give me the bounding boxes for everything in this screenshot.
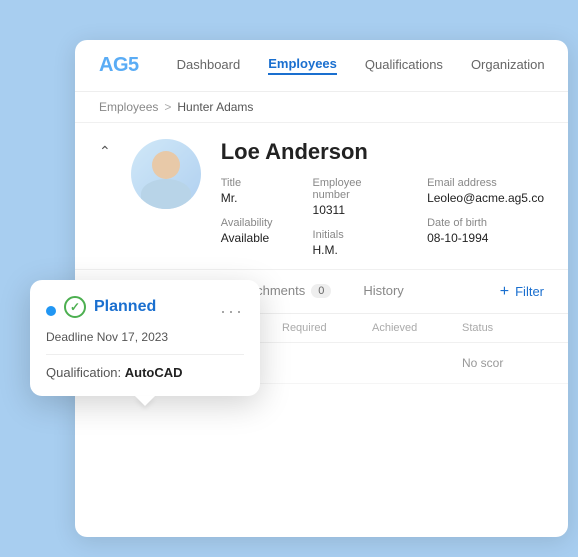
filter-button[interactable]: + Filter <box>500 283 544 301</box>
dob-field: Date of birth 08-10-1994 <box>427 217 544 245</box>
check-circle-icon: ✓ <box>64 296 86 318</box>
breadcrumb-separator: > <box>164 100 171 114</box>
employee-number-field: Employee number 10311 <box>313 177 388 217</box>
collapse-icon[interactable]: ⌃ <box>99 143 111 160</box>
logo-text1: AG <box>99 54 128 76</box>
popup-status-row: ✓ Planned <box>64 296 156 318</box>
availability-label: Availability <box>221 217 273 229</box>
breadcrumb-root[interactable]: Employees <box>99 100 158 114</box>
detail-col-3: Email address Leoleo@acme.ag5.co Date of… <box>427 177 544 257</box>
dob-value: 08-10-1994 <box>427 231 488 245</box>
availability-value: Available <box>221 231 269 245</box>
logo: AG5 <box>99 54 139 77</box>
tab-attachments-badge: 0 <box>311 284 331 298</box>
nav-organization[interactable]: Organization <box>471 57 545 74</box>
nav-employees[interactable]: Employees <box>268 56 337 75</box>
employee-info: Loe Anderson Title Mr. Availability Avai… <box>221 139 544 257</box>
nav-qualifications[interactable]: Qualifications <box>365 57 443 74</box>
avatar-body <box>141 179 191 209</box>
qualification-value: AutoCAD <box>125 365 183 380</box>
title-field: Title Mr. <box>221 177 273 205</box>
popup-title: Planned <box>94 298 156 316</box>
popup-title-row: ✓ Planned <box>46 296 156 326</box>
popup-deadline: Deadline Nov 17, 2023 <box>46 330 244 344</box>
qualification-prefix: Qualification: <box>46 365 125 380</box>
email-value: Leoleo@acme.ag5.co <box>427 191 544 205</box>
employee-number-label: Employee number <box>313 177 388 201</box>
title-label: Title <box>221 177 273 189</box>
title-value: Mr. <box>221 191 238 205</box>
detail-col-1: Title Mr. Availability Available <box>221 177 273 257</box>
col-achieved: Achieved <box>372 322 462 334</box>
employee-header: ⌃ Loe Anderson Title Mr. Availability Av… <box>75 123 568 270</box>
planned-dot <box>46 306 56 316</box>
employee-details: Title Mr. Availability Available Employe… <box>221 177 544 257</box>
initials-label: Initials <box>313 229 388 241</box>
popup-card: ✓ Planned ··· Deadline Nov 17, 2023 Qual… <box>30 280 260 396</box>
col-required: Required <box>282 322 372 334</box>
popup-divider <box>46 354 244 355</box>
email-field: Email address Leoleo@acme.ag5.co <box>427 177 544 205</box>
nav-dashboard[interactable]: Dashboard <box>177 57 241 74</box>
popup-menu-button[interactable]: ··· <box>220 301 244 322</box>
breadcrumb: Employees > Hunter Adams <box>75 92 568 123</box>
avatar-head <box>152 151 180 179</box>
dob-label: Date of birth <box>427 217 544 229</box>
navbar: AG5 Dashboard Employees Qualifications O… <box>75 40 568 92</box>
detail-col-2: Employee number 10311 Initials H.M. <box>313 177 388 257</box>
employee-name: Loe Anderson <box>221 139 544 165</box>
initials-field: Initials H.M. <box>313 229 388 257</box>
filter-plus-icon: + <box>500 283 509 301</box>
employee-number-value: 10311 <box>313 203 345 217</box>
avatar <box>131 139 201 209</box>
col-status: Status <box>462 322 552 334</box>
row-status: No scor <box>462 356 552 370</box>
popup-arrow <box>135 396 155 406</box>
popup-header: ✓ Planned ··· <box>46 296 244 326</box>
email-label: Email address <box>427 177 544 189</box>
filter-label: Filter <box>515 284 544 299</box>
tab-history[interactable]: History <box>347 270 419 314</box>
logo-text2: 5 <box>128 54 139 76</box>
initials-value: H.M. <box>313 243 338 257</box>
popup-qualification: Qualification: AutoCAD <box>46 365 244 380</box>
availability-field: Availability Available <box>221 217 273 245</box>
breadcrumb-current: Hunter Adams <box>177 100 253 114</box>
